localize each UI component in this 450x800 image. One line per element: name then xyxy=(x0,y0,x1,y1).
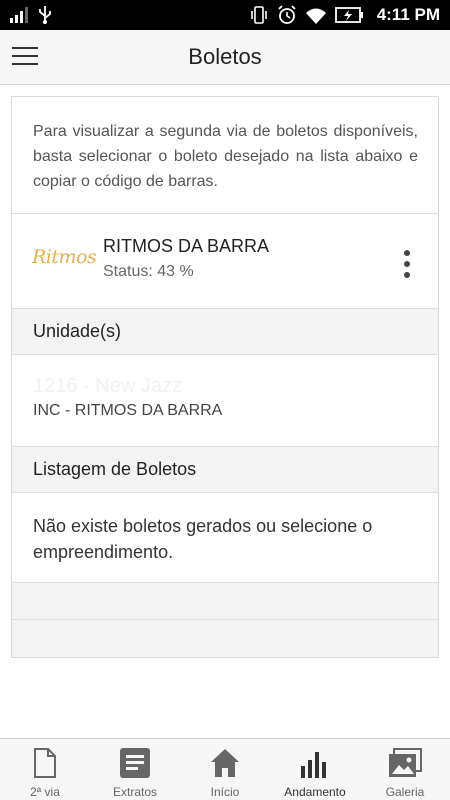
usb-icon xyxy=(39,6,51,24)
signal-icon xyxy=(10,7,28,23)
units-section-header: Unidade(s) xyxy=(12,309,438,355)
status-time: 4:11 PM xyxy=(376,5,440,24)
more-vert-icon-dot xyxy=(404,272,410,278)
nav-label: 2ª via xyxy=(30,785,60,799)
nav-item-extratos[interactable]: Extratos xyxy=(90,739,180,800)
nav-label: Galeria xyxy=(385,785,425,799)
enterprise-status: Status: 43 % xyxy=(103,263,194,280)
nav-item-2a-via[interactable]: 2ª via xyxy=(0,739,90,800)
empty-row xyxy=(12,583,438,620)
document-icon xyxy=(34,748,56,778)
unit-label-faded: 1216 - New Jazz xyxy=(33,375,182,397)
unit-name: INC - RITMOS DA BARRA xyxy=(33,402,223,419)
unit-item[interactable]: 1216 - New Jazz INC - RITMOS DA BARRA xyxy=(12,355,438,447)
home-icon xyxy=(211,749,239,777)
alarm-icon xyxy=(278,5,296,24)
page-title: Boletos xyxy=(188,44,262,69)
enterprise-logo: Ritmos xyxy=(32,246,97,268)
more-vert-icon-dot xyxy=(404,261,410,267)
nav-label: Extratos xyxy=(112,785,157,799)
nav-item-galeria[interactable]: Galeria xyxy=(360,739,450,800)
nav-item-andamento[interactable]: Andamento xyxy=(270,739,360,800)
status-left xyxy=(10,6,52,24)
status-right: 4:11 PM xyxy=(249,5,440,25)
nav-item-inicio[interactable]: Início xyxy=(180,739,270,800)
vibrate-icon xyxy=(250,6,267,24)
battery-icon xyxy=(334,7,363,23)
boletos-section-header: Listagem de Boletos xyxy=(12,447,438,493)
empty-row xyxy=(12,620,438,657)
bottom-nav: 2ª via Extratos Início Andamento Galeria xyxy=(0,738,450,800)
status-bar: 4:11 PM xyxy=(0,0,450,30)
gallery-icon xyxy=(389,748,422,777)
app-bar: Boletos xyxy=(0,30,450,85)
boletos-card: Para visualizar a segunda via de boletos… xyxy=(11,96,439,658)
more-vert-icon-dot xyxy=(404,250,410,256)
nav-label: Início xyxy=(210,785,240,799)
empty-message: Não existe boletos gerados ou selecione … xyxy=(12,493,438,583)
nav-label: Andamento xyxy=(284,785,346,799)
bar-chart-icon xyxy=(301,752,326,778)
list-icon xyxy=(120,748,150,778)
intro-text: Para visualizar a segunda via de boletos… xyxy=(12,97,438,214)
enterprise-item[interactable]: Ritmos RITMOS DA BARRA Status: 43 % xyxy=(12,214,438,309)
more-options-button[interactable] xyxy=(402,250,412,278)
enterprise-name: RITMOS DA BARRA xyxy=(103,236,270,256)
wifi-icon xyxy=(305,8,326,24)
